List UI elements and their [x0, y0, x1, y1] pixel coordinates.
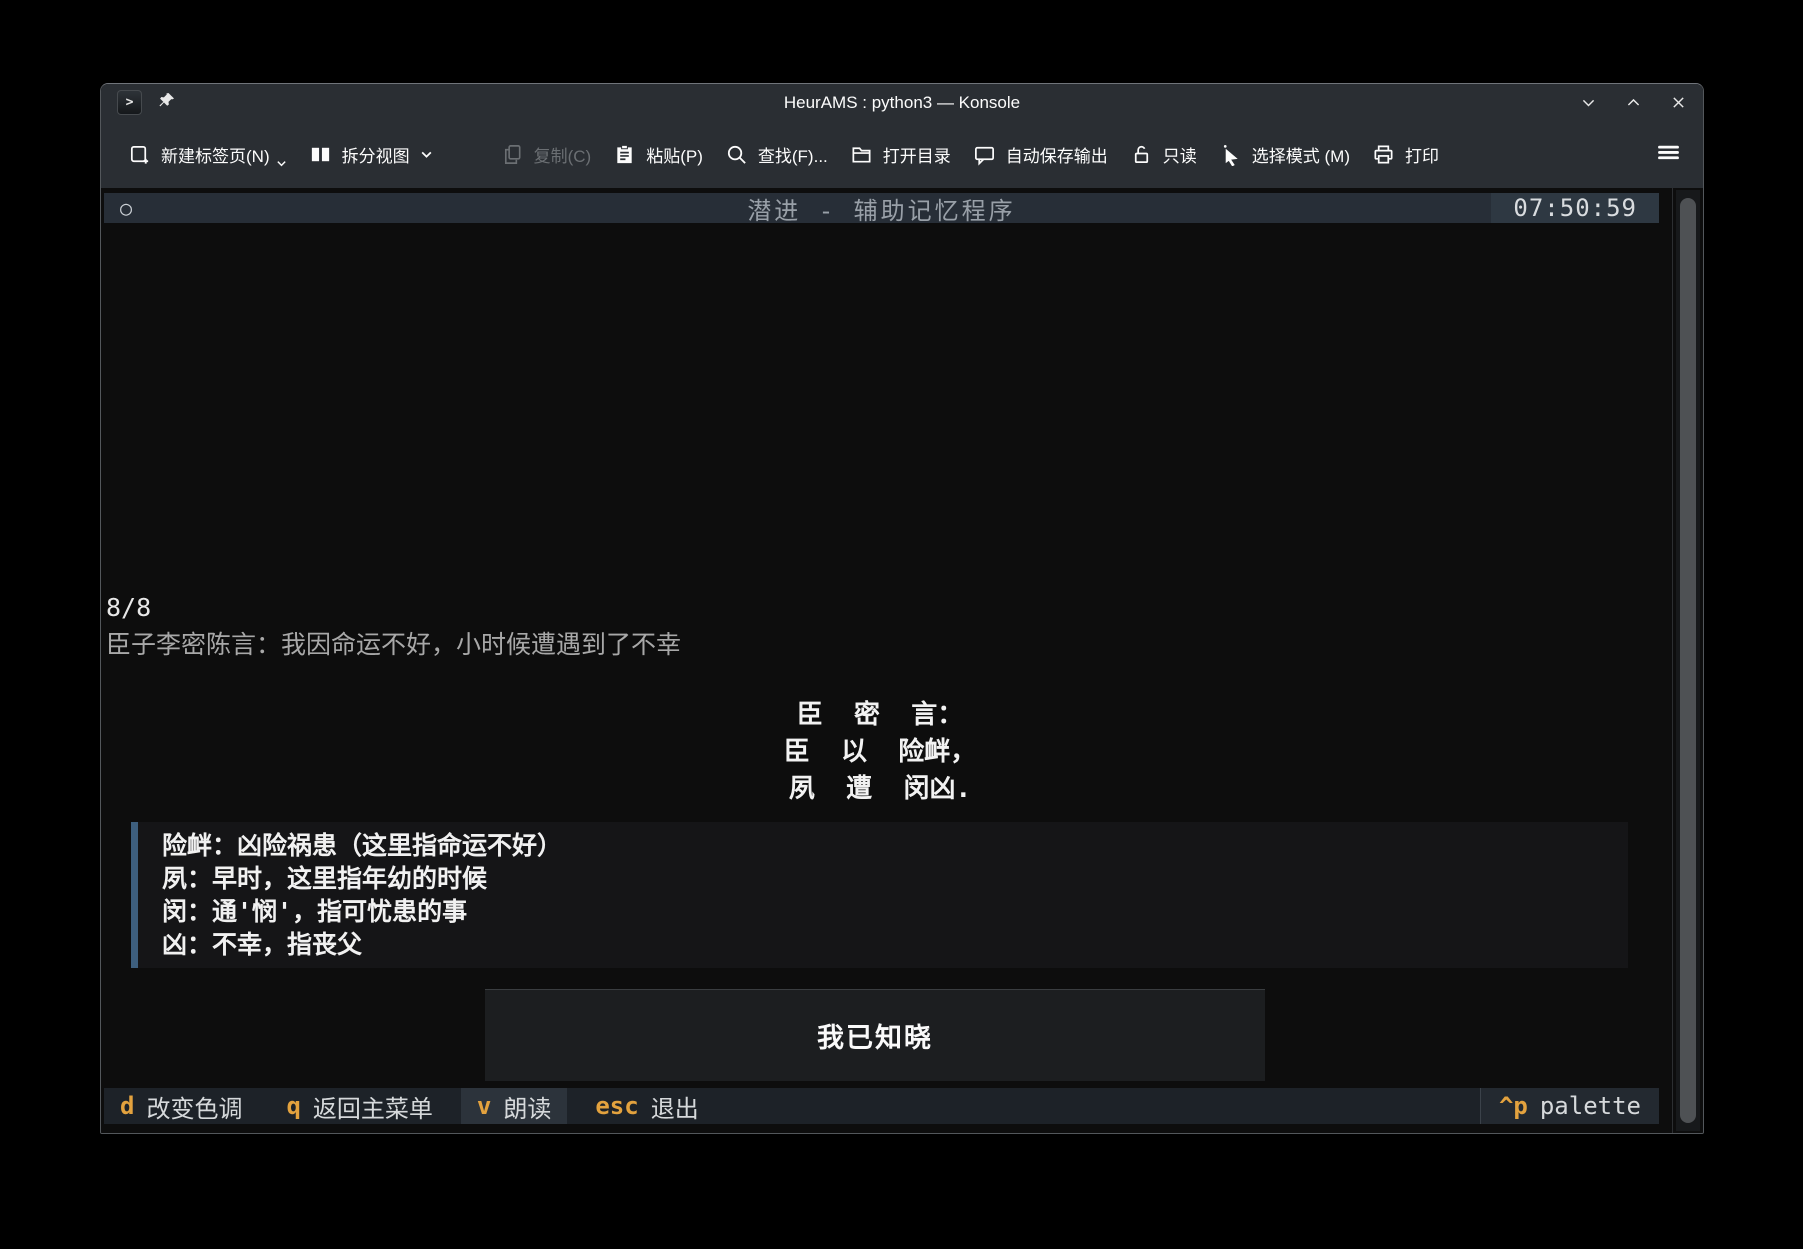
- footer-spacer: [727, 1088, 1480, 1124]
- window-title: HeurAMS : python3 — Konsole: [101, 93, 1703, 113]
- paste-button[interactable]: 粘贴(P): [602, 133, 714, 176]
- open-directory-label: 打开目录: [883, 142, 951, 167]
- copy-label: 复制(C): [534, 142, 592, 167]
- card-progress: 8/8: [106, 589, 681, 626]
- poem-line: 夙 遭 闵凶.: [101, 771, 1659, 808]
- tui-clock: 07:50:59: [1491, 193, 1659, 223]
- binding-key: ^p: [1499, 1092, 1528, 1120]
- select-mode-label: 选择模式 (M): [1252, 142, 1350, 167]
- close-button[interactable]: [1670, 94, 1687, 111]
- chevron-down-icon: [276, 158, 287, 169]
- annotation-line: 险衅：凶险祸患（这里指命运不好）: [162, 829, 1628, 862]
- hamburger-menu-icon: [1656, 140, 1681, 170]
- annotation-panel: 险衅：凶险祸患（这里指命运不好） 夙：早时，这里指年幼的时候 闵：通'悯'，指可…: [131, 822, 1628, 968]
- paste-label: 粘贴(P): [646, 142, 703, 167]
- binding-label: 退出: [651, 1089, 699, 1124]
- annotation-line: 闵：通'悯'，指可忧患的事: [162, 895, 1628, 928]
- binding-label: 返回主菜单: [313, 1089, 433, 1124]
- auto-save-output-button[interactable]: 自动保存输出: [962, 133, 1119, 176]
- toolbar: 新建标签页(N) 拆分视图: [101, 121, 1703, 188]
- scrollbar-thumb[interactable]: [1680, 198, 1696, 1123]
- binding-key: v: [477, 1092, 491, 1120]
- lock-open-icon: [1130, 143, 1153, 166]
- read-only-button[interactable]: 只读: [1119, 133, 1208, 176]
- card-progress-block: 8/8 臣子李密陈言：我因命运不好，小时候遭遇到了不幸: [106, 589, 681, 663]
- split-view-icon: [309, 143, 332, 166]
- new-tab-icon: [128, 143, 151, 166]
- konsole-window: > HeurAMS : python3 — Konsole: [100, 83, 1704, 1134]
- hamburger-menu-button[interactable]: [1650, 131, 1687, 179]
- footer-binding-palette[interactable]: ^p palette: [1480, 1088, 1659, 1124]
- poem-line: 臣 密 言：: [101, 697, 1659, 734]
- footer-binding-read-aloud[interactable]: v 朗读: [461, 1088, 567, 1124]
- binding-label: palette: [1540, 1092, 1641, 1120]
- footer-binding-change-theme[interactable]: d 改变色调: [104, 1088, 258, 1124]
- binding-key: esc: [595, 1092, 638, 1120]
- titlebar: > HeurAMS : python3 — Konsole: [101, 84, 1703, 121]
- annotation-line: 凶：不幸，指丧父: [162, 928, 1628, 961]
- binding-label: 改变色调: [146, 1089, 242, 1124]
- copy-icon: [501, 143, 524, 166]
- new-tab-button[interactable]: 新建标签页(N): [117, 133, 298, 176]
- chevron-down-icon: [420, 148, 433, 161]
- print-button[interactable]: 打印: [1361, 133, 1450, 176]
- konsole-app-icon[interactable]: >: [117, 90, 142, 115]
- binding-key: q: [286, 1092, 300, 1120]
- binding-key: d: [120, 1092, 134, 1120]
- search-icon: [725, 143, 748, 166]
- find-button[interactable]: 查找(F)...: [714, 133, 839, 176]
- split-view-button[interactable]: 拆分视图: [298, 133, 444, 176]
- select-mode-icon: [1219, 143, 1242, 166]
- folder-icon: [850, 143, 873, 166]
- find-label: 查找(F)...: [758, 142, 828, 167]
- tui-footer: d 改变色调 q 返回主菜单 v 朗读 esc 退出 ^p palette: [104, 1088, 1659, 1124]
- terminal-view[interactable]: ○ 潜进 - 辅助记忆程序 07:50:59 8/8 臣子李密陈言：我因命运不好…: [101, 188, 1703, 1133]
- footer-binding-exit[interactable]: esc 退出: [579, 1088, 714, 1124]
- acknowledge-button[interactable]: 我已知晓: [485, 989, 1265, 1081]
- scrollbar-track[interactable]: [1676, 190, 1700, 1131]
- tui-header: ○ 潜进 - 辅助记忆程序 07:50:59: [104, 193, 1659, 223]
- maximize-button[interactable]: [1625, 94, 1642, 111]
- poem-block: 臣 密 言： 臣 以 险衅， 夙 遭 闵凶.: [101, 697, 1659, 808]
- new-tab-label: 新建标签页(N): [161, 142, 270, 167]
- scrollbar-divider: [1672, 188, 1673, 1133]
- annotation-line: 夙：早时，这里指年幼的时候: [162, 862, 1628, 895]
- pin-icon[interactable]: [157, 91, 176, 115]
- binding-label: 朗读: [503, 1089, 551, 1124]
- open-directory-button[interactable]: 打开目录: [839, 133, 962, 176]
- footer-binding-main-menu[interactable]: q 返回主菜单: [270, 1088, 448, 1124]
- tui-title: 潜进 - 辅助记忆程序: [104, 191, 1659, 226]
- poem-line: 臣 以 险衅，: [101, 734, 1659, 771]
- auto-save-output-label: 自动保存输出: [1006, 142, 1108, 167]
- select-mode-button[interactable]: 选择模式 (M): [1208, 133, 1361, 176]
- auto-save-icon: [973, 143, 996, 166]
- copy-button[interactable]: 复制(C): [490, 133, 603, 176]
- card-translation: 臣子李密陈言：我因命运不好，小时候遭遇到了不幸: [106, 626, 681, 663]
- minimize-button[interactable]: [1580, 94, 1597, 111]
- read-only-label: 只读: [1163, 142, 1197, 167]
- print-label: 打印: [1405, 142, 1439, 167]
- printer-icon: [1372, 143, 1395, 166]
- paste-icon: [613, 143, 636, 166]
- split-view-label: 拆分视图: [342, 142, 410, 167]
